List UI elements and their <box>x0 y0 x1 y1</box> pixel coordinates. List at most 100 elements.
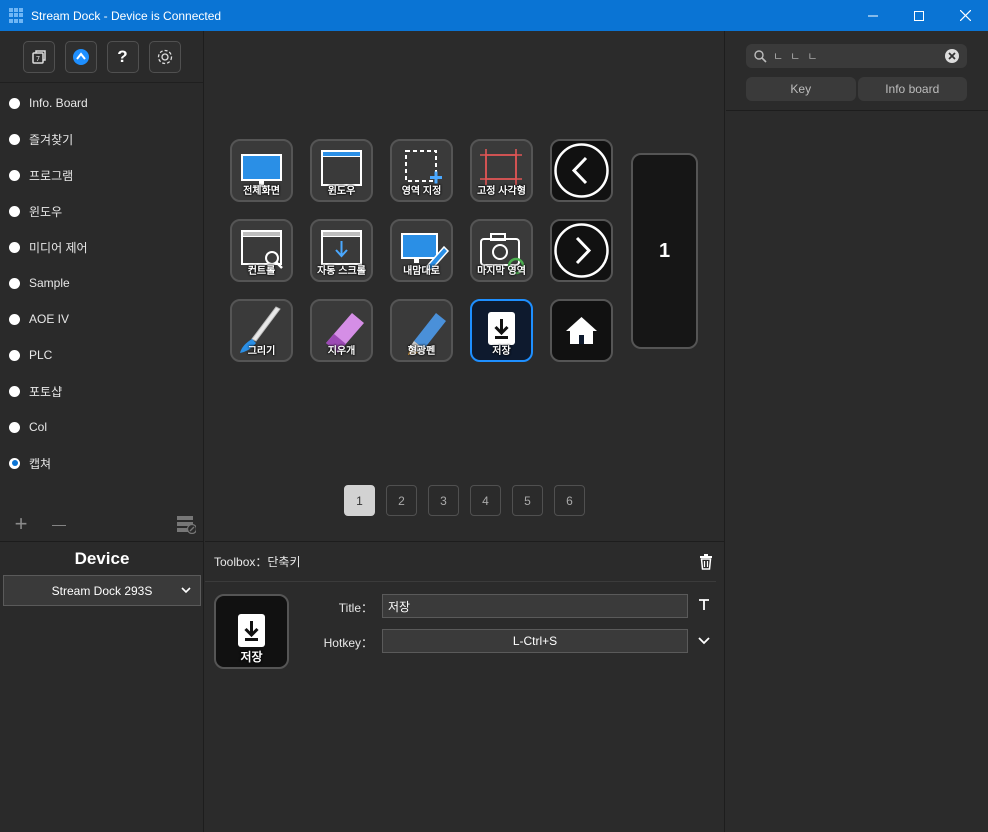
help-button[interactable]: ? <box>106 40 139 73</box>
maximize-button[interactable] <box>896 0 942 31</box>
profile-radio[interactable] <box>9 277 20 289</box>
remove-profile-button[interactable]: — <box>49 514 69 534</box>
deck-key-label: 그리기 <box>247 346 276 357</box>
profile-list: Info. Board 즐겨찾기프로그램윈도우미디어 제어 Sample AOE IV… <box>0 83 203 481</box>
previous-arrow-icon <box>554 143 609 198</box>
profile-manager-button[interactable] <box>176 514 196 534</box>
deck-key-label: 전체화면 <box>243 186 280 197</box>
profile-label: 포토샵 <box>29 384 63 399</box>
close-button[interactable] <box>942 0 988 31</box>
side-screen[interactable]: 1 <box>631 153 698 349</box>
key-preview[interactable]: 저장 <box>214 594 289 669</box>
deck-key-label: 저장 <box>492 346 511 357</box>
deck-key[interactable]: 윈도우 <box>310 139 373 202</box>
settings-icon <box>157 49 172 64</box>
delete-button[interactable] <box>699 554 713 573</box>
page-selector: 123456 <box>344 485 585 516</box>
search-input[interactable]: ㄴ ㄴ ㄴ <box>773 48 819 64</box>
profile-radio[interactable] <box>9 169 20 181</box>
profile-label: 캡쳐 <box>29 456 52 471</box>
clear-icon <box>948 52 956 60</box>
store-icon <box>72 48 89 65</box>
profile-actions: + — <box>0 506 204 542</box>
svg-text:7: 7 <box>35 55 39 63</box>
profile-label: AOE IV <box>29 312 70 326</box>
deck-key[interactable]: 마지막 영역 <box>470 219 533 282</box>
profile-item[interactable]: Col <box>0 409 203 445</box>
profile-label: 즐겨찾기 <box>29 132 74 147</box>
trash-icon <box>700 554 712 570</box>
title-field-label: Title： <box>338 601 373 615</box>
deck-key[interactable]: 고정 사각형 <box>470 139 533 202</box>
profile-radio[interactable] <box>9 313 20 325</box>
profile-radio[interactable] <box>9 457 20 469</box>
profile-radio[interactable] <box>9 97 20 109</box>
profile-label: Sample <box>29 276 70 290</box>
profile-label: PLC <box>29 348 53 362</box>
profile-radio[interactable] <box>9 421 20 433</box>
divider <box>726 110 988 111</box>
profile-item[interactable]: 프로그램 <box>0 157 203 193</box>
deck-key-label: 내맘대로 <box>403 266 440 277</box>
tab-info-board[interactable]: Info board <box>857 77 967 101</box>
profile-item[interactable]: PLC <box>0 337 203 373</box>
deck-key[interactable]: 컨트롤 <box>230 219 293 282</box>
device-header: Device <box>74 549 130 568</box>
deck-key[interactable]: 전체화면 <box>230 139 293 202</box>
deck-key[interactable]: 자동 스크롤 <box>310 219 373 282</box>
action-library-panel: ㄴ ㄴ ㄴ Key Info board <box>726 31 988 832</box>
profile-manager-icon <box>177 515 196 534</box>
profile-item[interactable]: 윈도우 <box>0 193 203 229</box>
profile-item[interactable]: Info. Board <box>0 85 203 121</box>
page-button[interactable]: 2 <box>386 485 417 516</box>
search-box[interactable]: ㄴ ㄴ ㄴ <box>746 44 967 68</box>
profile-item[interactable]: 즐겨찾기 <box>0 121 203 157</box>
profile-item[interactable]: 미디어 제어 <box>0 229 203 265</box>
profile-item[interactable]: 캡쳐 <box>0 445 203 481</box>
search-icon <box>754 49 767 63</box>
deck-key-label: 컨트롤 <box>247 266 276 277</box>
sidebar-toolbar: 7 ? <box>0 31 203 83</box>
profile-item[interactable]: 포토샵 <box>0 373 203 409</box>
title-input[interactable]: 저장 <box>382 594 688 618</box>
deck-key-label: 자동 스크롤 <box>317 266 366 277</box>
deck-area: 전체화면 윈도우 영역 지정 고정 사각형컨트롤 자동 스크롤 내맘대로 마지막 영역그리기… <box>205 31 725 832</box>
profile-label: 윈도우 <box>29 204 63 219</box>
deck-key[interactable]: 형광펜 <box>390 299 453 362</box>
clear-search-button[interactable] <box>945 49 959 63</box>
page-button[interactable]: 4 <box>470 485 501 516</box>
page-button[interactable]: 6 <box>554 485 585 516</box>
tab-key[interactable]: Key <box>746 77 856 101</box>
multi-action-button[interactable]: 7 <box>22 40 55 73</box>
text-format-icon <box>699 599 709 610</box>
profile-item[interactable]: Sample <box>0 265 203 301</box>
property-title: Toolbox：단축키 <box>214 555 301 569</box>
deck-key[interactable] <box>550 139 613 202</box>
profile-radio[interactable] <box>9 385 20 397</box>
page-button[interactable]: 5 <box>512 485 543 516</box>
hotkey-field-label: Hotkey： <box>323 636 373 650</box>
profile-item[interactable]: AOE IV <box>0 301 203 337</box>
hotkey-input[interactable]: L-Ctrl+S <box>382 629 688 653</box>
profile-label: Info. Board <box>29 96 88 110</box>
help-icon: ? <box>117 46 128 66</box>
deck-key[interactable] <box>550 219 613 282</box>
deck-key[interactable]: 그리기 <box>230 299 293 362</box>
deck-key[interactable]: 지우개 <box>310 299 373 362</box>
deck-key[interactable]: 저장 <box>470 299 533 362</box>
deck-key[interactable]: 영역 지정 <box>390 139 453 202</box>
page-button[interactable]: 3 <box>428 485 459 516</box>
deck-key[interactable] <box>550 299 613 362</box>
profile-radio[interactable] <box>9 241 20 253</box>
store-button[interactable] <box>64 40 97 73</box>
deck-key[interactable]: 내맘대로 <box>390 219 453 282</box>
profile-radio[interactable] <box>9 349 20 361</box>
profile-radio[interactable] <box>9 133 20 145</box>
add-profile-button[interactable]: + <box>11 511 31 536</box>
minimize-button[interactable] <box>850 0 896 31</box>
profile-radio[interactable] <box>9 205 20 217</box>
multi-action-icon: 7 <box>31 49 46 64</box>
device-select[interactable]: Stream Dock 293S <box>3 575 201 606</box>
settings-button[interactable] <box>148 40 181 73</box>
page-button[interactable]: 1 <box>344 485 375 516</box>
